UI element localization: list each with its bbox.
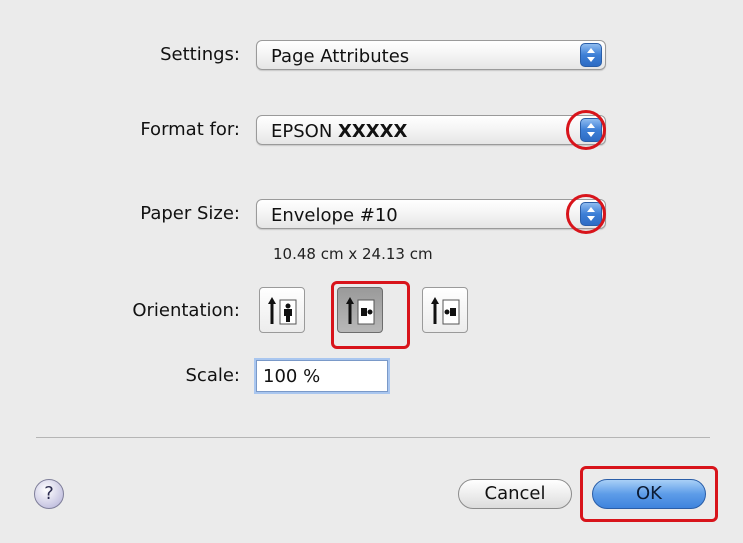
orientation-landscape-right-button[interactable] — [422, 287, 468, 333]
format-for-label: Format for: — [140, 119, 240, 140]
format-for-brand: EPSON — [271, 121, 333, 142]
settings-popup[interactable]: Page Attributes — [256, 40, 606, 70]
paper-size-label: Paper Size: — [140, 203, 240, 224]
orientation-portrait-button[interactable] — [259, 287, 305, 333]
settings-value: Page Attributes — [271, 46, 410, 67]
landscape-right-orientation-icon — [431, 297, 460, 325]
orientation-label: Orientation: — [132, 300, 240, 321]
page-setup-dialog: Settings: Page Attributes Format for: EP… — [0, 0, 743, 543]
format-for-model: XXXXX — [338, 121, 408, 142]
scale-label: Scale: — [185, 365, 241, 386]
annotation-circle — [566, 110, 606, 150]
paper-size-value: Envelope #10 — [271, 205, 398, 226]
scale-input[interactable] — [256, 360, 388, 392]
portrait-orientation-icon — [268, 297, 297, 325]
annotation-rect — [580, 466, 718, 522]
annotation-rect — [331, 281, 410, 349]
cancel-button[interactable]: Cancel — [458, 479, 572, 509]
popup-arrows-icon — [580, 43, 602, 67]
paper-dimensions: 10.48 cm x 24.13 cm — [273, 245, 433, 263]
format-for-value: EPSON XXXXX — [271, 121, 407, 142]
separator — [36, 437, 710, 438]
help-button[interactable]: ? — [34, 479, 64, 509]
format-for-popup[interactable]: EPSON XXXXX — [256, 115, 606, 145]
settings-label: Settings: — [160, 44, 240, 65]
paper-size-popup[interactable]: Envelope #10 — [256, 199, 606, 229]
annotation-circle — [566, 194, 606, 234]
